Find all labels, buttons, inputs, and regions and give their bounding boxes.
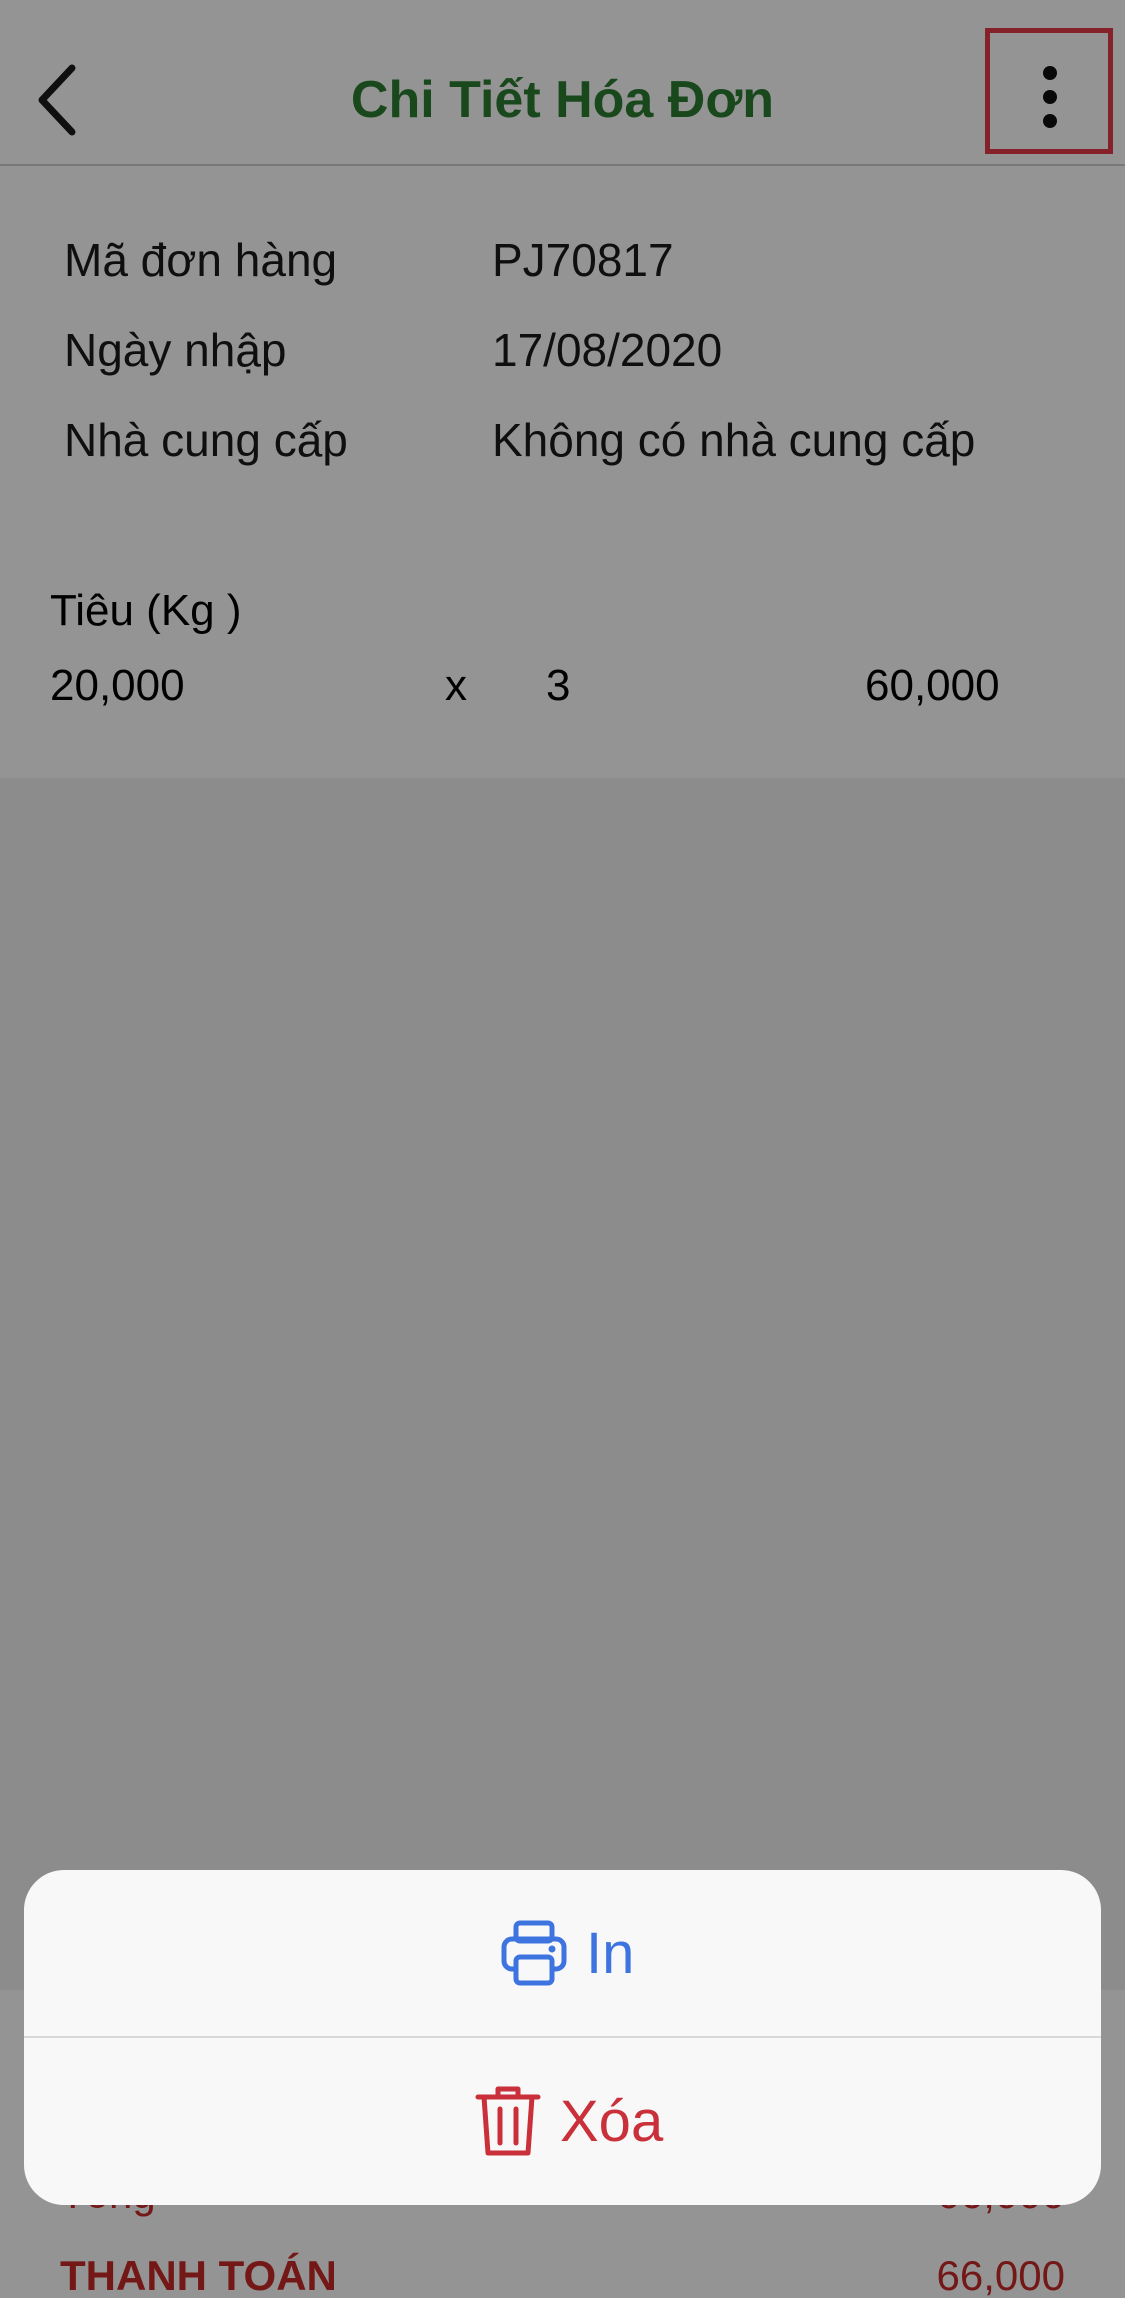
action-sheet: In Xóa (24, 1870, 1101, 2205)
print-label: In (586, 1920, 635, 1986)
printer-icon (501, 1920, 567, 1986)
delete-label: Xóa (560, 2088, 664, 2154)
delete-button[interactable]: Xóa (24, 2038, 1101, 2204)
trash-icon (475, 2086, 541, 2156)
print-button[interactable]: In (24, 1870, 1101, 2036)
